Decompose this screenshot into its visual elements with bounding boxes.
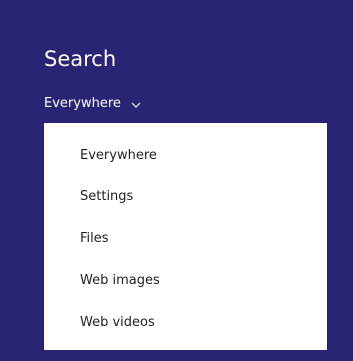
search-scope-dropdown: Everywhere Settings Files Web images Web… <box>44 123 327 350</box>
search-scope-selector[interactable]: Everywhere <box>44 95 141 113</box>
scope-option-files[interactable]: Files <box>80 229 109 249</box>
search-scope-label: Everywhere <box>44 96 121 111</box>
scope-option-settings[interactable]: Settings <box>80 187 133 207</box>
page-title: Search <box>44 47 117 71</box>
chevron-down-icon <box>131 101 141 109</box>
scope-option-web-images[interactable]: Web images <box>80 271 160 291</box>
scope-option-web-videos[interactable]: Web videos <box>80 313 155 333</box>
scope-option-everywhere[interactable]: Everywhere <box>80 146 157 166</box>
